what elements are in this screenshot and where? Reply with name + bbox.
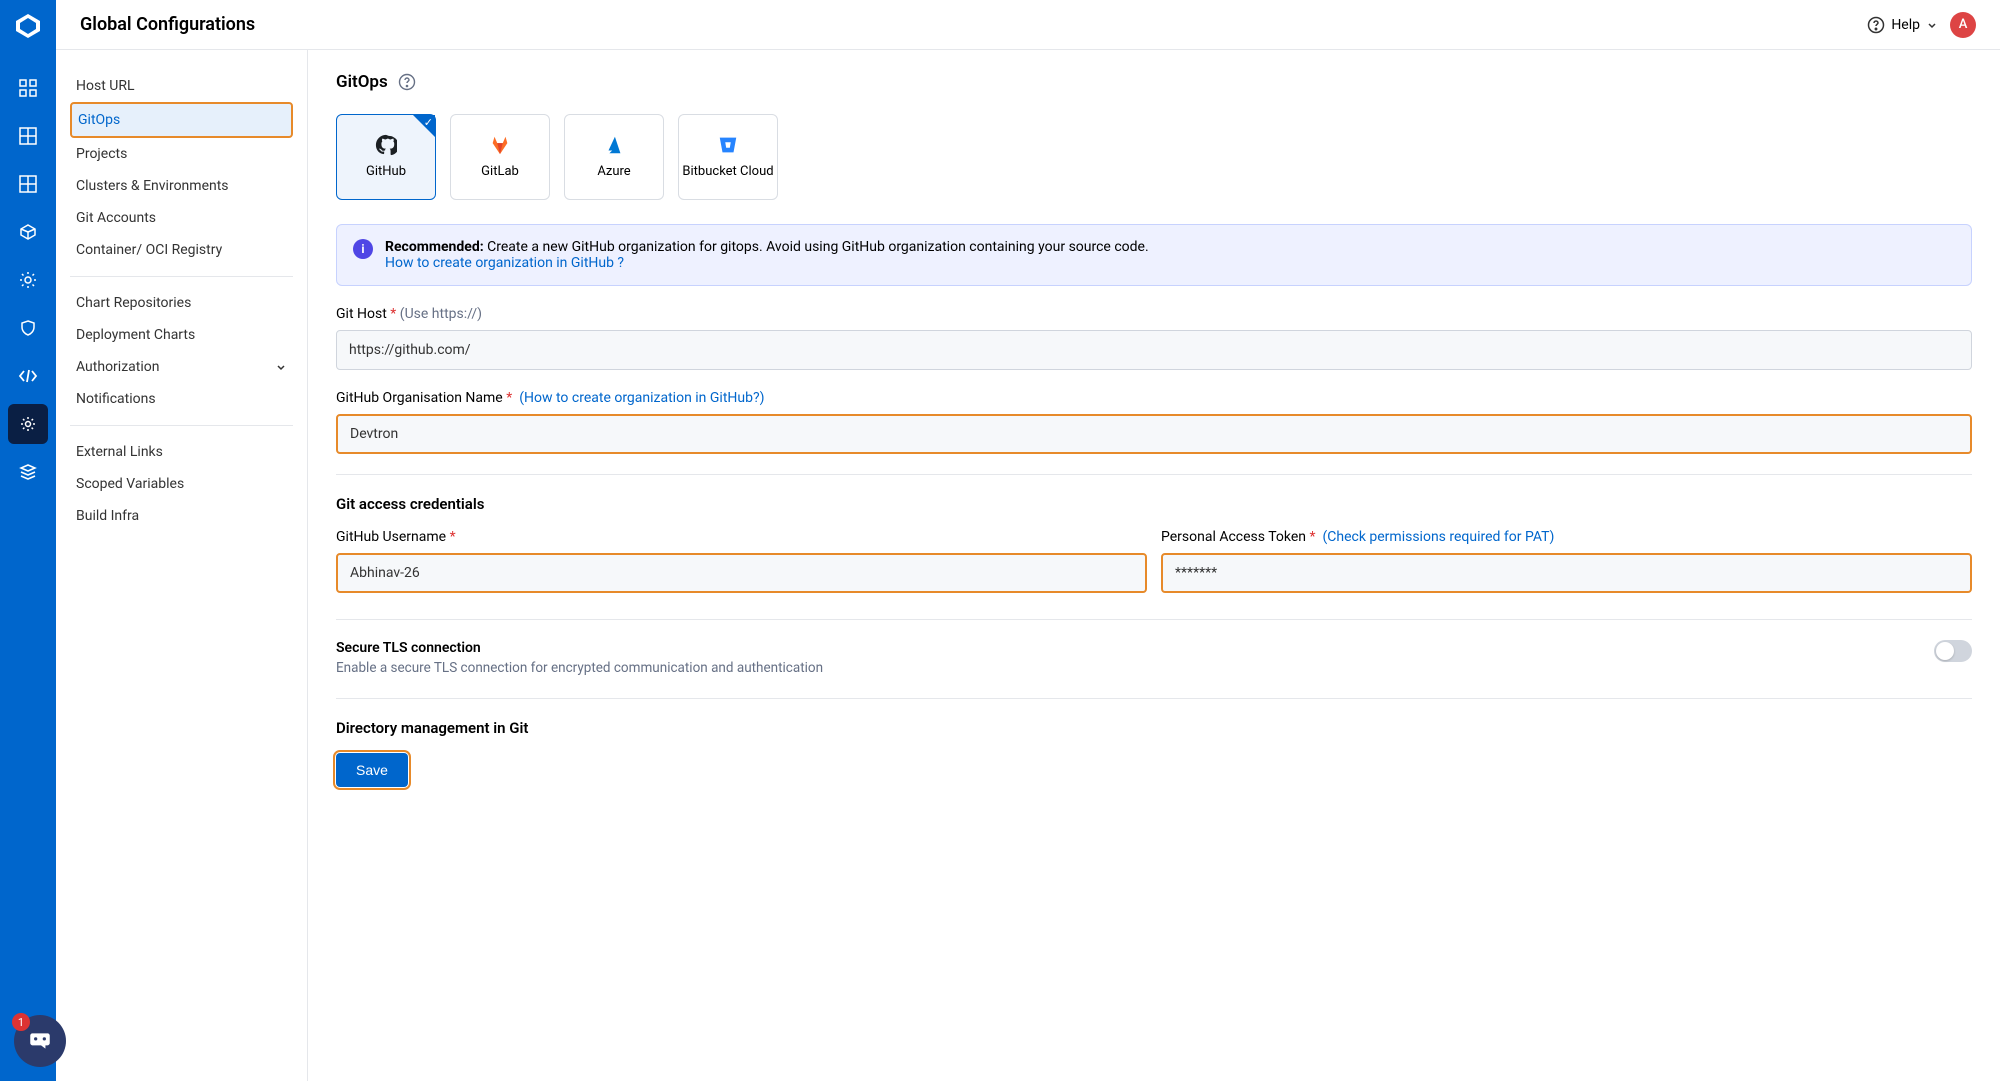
provider-cards: GitHub GitLab Azure Bitbucket Cloud	[336, 114, 1972, 200]
tls-toggle[interactable]	[1934, 640, 1972, 662]
side-clusters[interactable]: Clusters & Environments	[70, 170, 293, 202]
side-notifications[interactable]: Notifications	[70, 383, 293, 415]
azure-icon	[603, 134, 625, 156]
git-host-label: Git Host * (Use https://)	[336, 306, 1972, 322]
org-help-link[interactable]: (How to create organization in GitHub?)	[519, 390, 764, 406]
nav-apps-icon[interactable]	[8, 68, 48, 108]
pat-help-link[interactable]: (Check permissions required for PAT)	[1322, 529, 1554, 545]
side-container-registry[interactable]: Container/ OCI Registry	[70, 234, 293, 266]
nav-stack-icon[interactable]	[8, 452, 48, 492]
nav-grid-icon[interactable]	[8, 116, 48, 156]
divider	[70, 276, 293, 277]
side-deploy-charts[interactable]: Deployment Charts	[70, 319, 293, 351]
user-avatar[interactable]: A	[1950, 12, 1976, 38]
chat-badge: 1	[12, 1013, 30, 1031]
git-host-input[interactable]	[336, 330, 1972, 370]
chevron-down-icon	[1926, 19, 1938, 31]
pat-input[interactable]	[1161, 553, 1972, 593]
nav-gear2-icon[interactable]	[8, 260, 48, 300]
page-title: GitOps	[336, 72, 388, 92]
divider	[70, 425, 293, 426]
chat-button[interactable]: 1	[14, 1015, 66, 1067]
side-authorization[interactable]: Authorization	[70, 351, 293, 383]
content-area: GitOps GitHub GitLab Azure	[308, 50, 2000, 1081]
provider-azure[interactable]: Azure	[564, 114, 664, 200]
pat-label: Personal Access Token * (Check permissio…	[1161, 529, 1972, 545]
settings-sidebar: Host URL GitOps Projects Clusters & Envi…	[56, 50, 308, 1081]
nav-rail: 1	[0, 0, 56, 1081]
dir-heading: Directory management in Git	[336, 719, 1972, 737]
tls-subtitle: Enable a secure TLS connection for encry…	[336, 660, 823, 676]
nav-code-icon[interactable]	[8, 356, 48, 396]
username-label: GitHub Username *	[336, 529, 1147, 545]
side-host-url[interactable]: Host URL	[70, 70, 293, 102]
side-scoped-vars[interactable]: Scoped Variables	[70, 468, 293, 500]
side-git-accounts[interactable]: Git Accounts	[70, 202, 293, 234]
org-name-label: GitHub Organisation Name * (How to creat…	[336, 390, 1972, 406]
side-chart-repos[interactable]: Chart Repositories	[70, 287, 293, 319]
side-gitops[interactable]: GitOps	[70, 102, 293, 138]
banner-link[interactable]: How to create organization in GitHub ?	[385, 255, 624, 271]
provider-bitbucket[interactable]: Bitbucket Cloud	[678, 114, 778, 200]
side-build-infra[interactable]: Build Infra	[70, 500, 293, 532]
username-input[interactable]	[336, 553, 1147, 593]
page-header-title: Global Configurations	[80, 14, 255, 35]
nav-shield-icon[interactable]	[8, 308, 48, 348]
chevron-down-icon	[275, 361, 287, 373]
side-projects[interactable]: Projects	[70, 138, 293, 170]
banner-label: Recommended:	[385, 239, 484, 255]
provider-github[interactable]: GitHub	[336, 114, 436, 200]
github-icon	[375, 134, 397, 156]
nav-grid2-icon[interactable]	[8, 164, 48, 204]
info-banner: i Recommended: Create a new GitHub organ…	[336, 224, 1972, 286]
help-icon[interactable]	[398, 73, 416, 91]
info-icon: i	[353, 239, 373, 259]
banner-text: Create a new GitHub organization for git…	[487, 239, 1149, 255]
save-button[interactable]: Save	[336, 753, 408, 787]
help-label: Help	[1891, 17, 1920, 33]
creds-heading: Git access credentials	[336, 495, 1972, 513]
bitbucket-icon	[717, 134, 739, 156]
gitlab-icon	[489, 134, 511, 156]
org-name-input[interactable]	[336, 414, 1972, 454]
nav-settings-icon[interactable]	[8, 404, 48, 444]
side-external-links[interactable]: External Links	[70, 436, 293, 468]
tls-title: Secure TLS connection	[336, 640, 823, 656]
provider-gitlab[interactable]: GitLab	[450, 114, 550, 200]
app-logo	[12, 10, 44, 42]
header: Global Configurations Help A	[56, 0, 2000, 50]
nav-cube-icon[interactable]	[8, 212, 48, 252]
help-menu[interactable]: Help	[1867, 16, 1938, 34]
